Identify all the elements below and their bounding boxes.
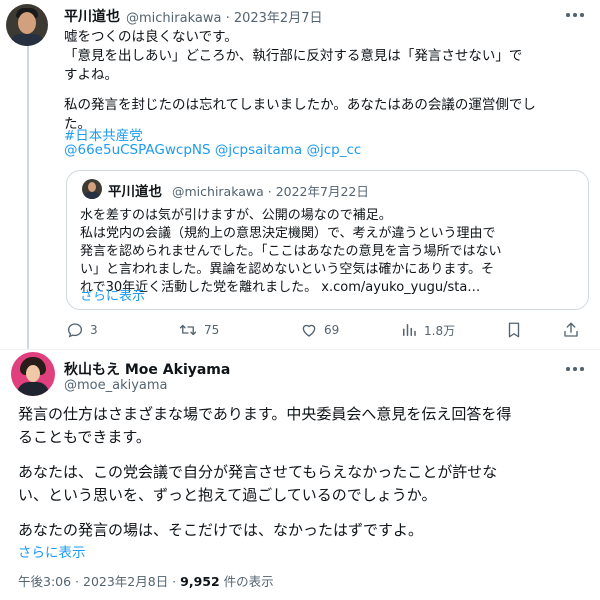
views-label: 件の表示	[219, 574, 274, 589]
share-button[interactable]	[562, 320, 580, 340]
mentions: @66e5uCSPAGwcpNS @jcpsaitama @jcp_cc	[64, 142, 361, 158]
tweet-text-line: 「意見を出しあい」どころか、執行部に反対する意見は「発言させない」で	[64, 48, 523, 64]
tweet-text-line: あなたの発言の場は、そこだけでは、なかったはずですよ。	[18, 521, 424, 539]
tweet-text-line: い、という思いを、ずっと抱えて過ごしているのでしょうか。	[18, 486, 437, 504]
author-handle-date[interactable]: @michirakawa · 2023年2月7日	[126, 7, 322, 26]
reply-count: 3	[90, 323, 98, 337]
quoted-author-name: 平川道也	[108, 184, 162, 200]
quoted-show-more-link[interactable]: さらに表示	[80, 285, 145, 304]
views-button[interactable]: 1.8万	[400, 320, 455, 340]
quoted-text-line: 私は党内の会議（規約上の意思決定機関）で、考えが違うという理由で	[80, 226, 496, 241]
tweet-text-line: 私の発言を封じたのは忘れてしまいましたか。あなたはあの会議の運営側でし	[64, 97, 536, 113]
more-icon[interactable]	[566, 366, 586, 372]
views-count: 1.8万	[424, 323, 456, 338]
author-name[interactable]: 平川道也	[64, 6, 120, 26]
quoted-text-line: 発言を認められませんでした。「ここはあなたの意見を言う場所ではない	[80, 244, 502, 259]
view-count: 9,952	[180, 574, 220, 589]
reply-icon	[67, 323, 83, 338]
retweet-icon	[179, 324, 197, 336]
bookmark-icon	[508, 322, 520, 338]
more-icon[interactable]	[566, 12, 586, 18]
quoted-text-line: 水を差すのは気が引けますが、公開の場なので補足。	[80, 208, 392, 223]
tweet-text-line: 嘘をつくのは良くないです。	[64, 29, 238, 45]
tweet-text-line: 発言の仕方はさまざまな場であります。中央委員会へ意見を伝え回答を得	[18, 405, 512, 423]
mention-link[interactable]: @66e5uCSPAGwcpNS	[64, 142, 211, 158]
retweet-button[interactable]: 75	[178, 320, 219, 340]
tweet-text-line: すよね。	[64, 67, 118, 83]
quoted-text-line: い」と言われました。異論を認めないという空気は確かにあります。そ	[80, 262, 495, 277]
share-icon	[564, 322, 578, 337]
tweet-text-line: ることもできます。	[18, 428, 151, 446]
tweet-meta: 午後3:06 · 2023年2月8日 · 9,952 件の表示	[18, 571, 274, 590]
tweet-timestamp[interactable]: 午後3:06 · 2023年2月8日 ·	[18, 574, 180, 589]
author-name[interactable]: 秋山もえ Moe Akiyama	[64, 359, 230, 379]
avatar-akiyama[interactable]	[11, 352, 55, 396]
like-count: 69	[324, 323, 340, 337]
like-button[interactable]: 69	[300, 320, 339, 340]
quoted-handle-date: @michirakawa · 2022年7月22日	[172, 184, 369, 199]
views-icon	[403, 324, 416, 336]
hashtag-link[interactable]: #日本共産党	[64, 124, 143, 144]
thread-line	[27, 45, 29, 350]
like-icon	[302, 324, 316, 337]
avatar-hirakawa[interactable]	[6, 4, 48, 46]
retweet-count: 75	[204, 323, 220, 337]
tweet-text-line: あなたは、この党会議で自分が発言させてもらえなかったことが許せな	[18, 463, 498, 481]
reply-button[interactable]: 3	[66, 320, 98, 340]
mention-link[interactable]: @jcp_cc	[306, 142, 361, 158]
author-handle[interactable]: @moe_akiyama	[64, 378, 168, 393]
quoted-avatar	[82, 179, 102, 199]
show-more-link[interactable]: さらに表示	[18, 541, 86, 561]
bookmark-button[interactable]	[506, 320, 522, 340]
mention-link[interactable]: @jcpsaitama	[215, 142, 302, 158]
tweet-divider	[0, 349, 600, 350]
